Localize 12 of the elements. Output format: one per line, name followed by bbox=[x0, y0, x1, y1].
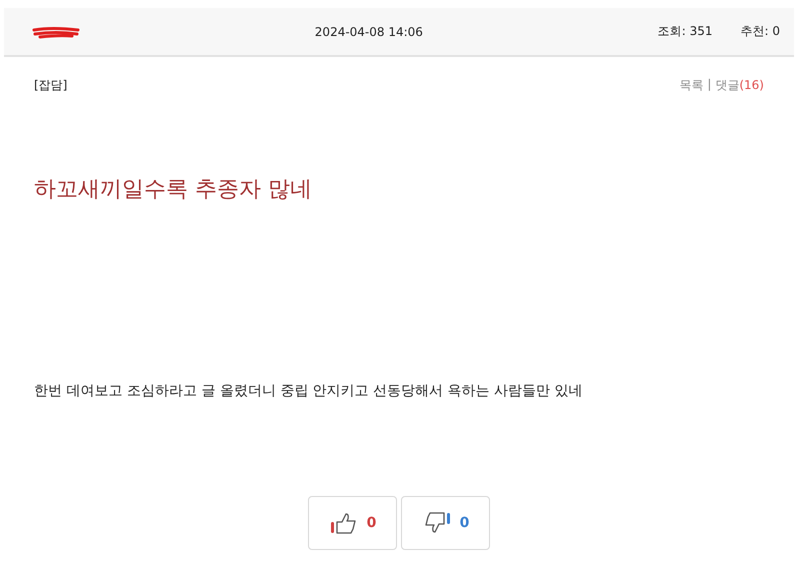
upvote-button[interactable]: 0 bbox=[308, 496, 397, 550]
list-link[interactable]: 목록 bbox=[679, 77, 704, 94]
separator: | bbox=[707, 77, 712, 93]
post-body: 한번 데여보고 조심하라고 글 올렸더니 중립 안지키고 선동당해서 욕하는 사람들만 있네 bbox=[34, 382, 584, 400]
redaction-mark bbox=[32, 24, 80, 38]
post-title: 하꼬새끼일수록 추종자 많네 bbox=[34, 176, 313, 204]
recommend-count: 추천: 0 bbox=[740, 23, 780, 40]
view-count: 조회: 351 bbox=[658, 23, 712, 40]
post-date: 2024-04-08 14:06 bbox=[314, 24, 424, 38]
downvote-button[interactable]: 0 bbox=[401, 496, 490, 550]
comments-link[interactable]: 댓글(16) bbox=[715, 77, 764, 94]
category-label: [잡담] bbox=[34, 77, 68, 94]
